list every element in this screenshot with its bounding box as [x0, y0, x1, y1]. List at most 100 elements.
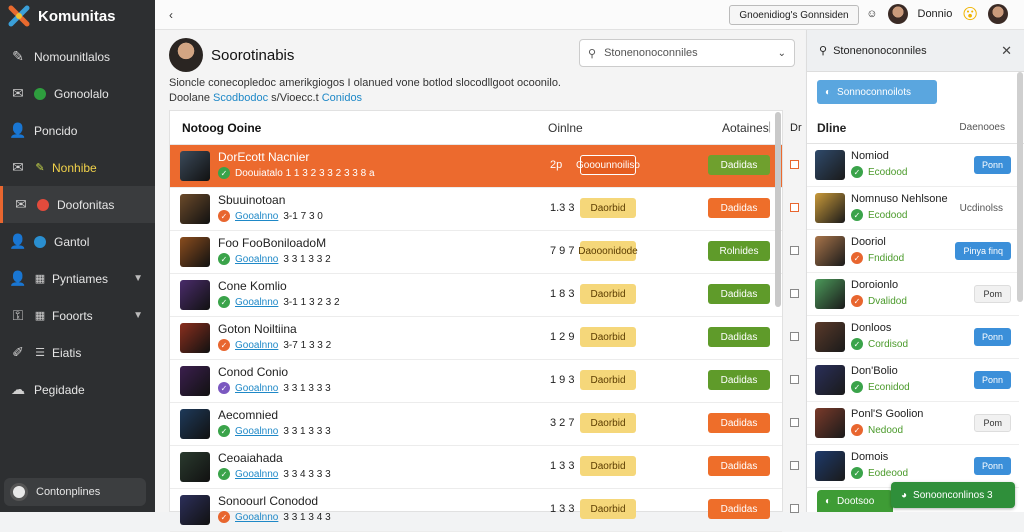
row-action-button[interactable]: Dadidas	[708, 413, 770, 433]
row-checkbox[interactable]	[790, 246, 799, 255]
row-name[interactable]: Cone Komlio	[218, 279, 287, 293]
row-name[interactable]: Sbuuinotoan	[218, 193, 285, 207]
online-action-button[interactable]: Pom	[974, 285, 1011, 303]
smiley-icon[interactable]: ☺	[866, 8, 877, 20]
table-row[interactable]: Goton Noiltiina ✓ Gooalnno 3-7 1 3 3 2 1…	[170, 317, 782, 360]
row-link[interactable]: Gooalnno	[235, 426, 278, 437]
row-name[interactable]: Goton Noiltiina	[218, 322, 297, 336]
online-item[interactable]: Don'Bolio ✓ Econidod Ponn	[807, 359, 1019, 402]
desc-link[interactable]: Conidos	[322, 92, 362, 104]
table-row[interactable]: Sbuuinotoan ✓ Gooalnno 3-1 7 3 0 1.3 3 D…	[170, 188, 782, 231]
row-action-button[interactable]: Dadidas	[708, 327, 770, 347]
column-header[interactable]: Aotaines	[722, 121, 769, 135]
online-name[interactable]: Ponl'S Goolion	[851, 408, 923, 420]
column-header[interactable]: Notoog Ooine	[182, 121, 261, 135]
status-badge[interactable]: Daooonidode	[578, 241, 638, 261]
sidebar-item-0[interactable]: ✎ Nomounitlalos	[0, 38, 155, 75]
toast-left[interactable]: ◐ Dootsoo	[817, 490, 893, 512]
chevron-down-icon[interactable]: ⌄	[778, 48, 786, 59]
online-name[interactable]: Nomnuso Nehlsone	[851, 193, 948, 205]
online-name[interactable]: Doroionlo	[851, 279, 898, 291]
table-row[interactable]: Aecomnied ✓ Gooalnno 3 3 1 3 3 3 3 2 7 D…	[170, 403, 782, 446]
brand-row[interactable]: Komunitas	[0, 0, 155, 32]
online-action-button[interactable]: Ponn	[973, 156, 1011, 174]
sidebar-item-4[interactable]: ✉ Doofonitas	[0, 186, 155, 223]
online-action-button[interactable]: Ponn	[973, 328, 1011, 346]
row-name[interactable]: Ceoaiahada	[218, 451, 283, 465]
online-action-button[interactable]: Pinya finq	[955, 242, 1011, 260]
online-item[interactable]: Nomiod ✓ Ecodood Ponn	[807, 144, 1019, 187]
table-row[interactable]: Conod Conio ✓ Gooalnno 3 3 1 3 3 3 1 9 3…	[170, 360, 782, 403]
row-link[interactable]: Gooalnno	[235, 340, 278, 351]
table-row[interactable]: Cone Komlio ✓ Gooalnno 3-1 1 3 2 3 2 1 8…	[170, 274, 782, 317]
sidebar-item-5[interactable]: 👤 Gantol	[0, 223, 155, 260]
status-badge[interactable]: Daorbid	[580, 198, 636, 218]
status-badge[interactable]: Daorbid	[580, 413, 636, 433]
emoji-icon[interactable]: 😮	[962, 5, 978, 23]
desc-link[interactable]: Scodbodoc	[213, 92, 268, 104]
sidebar-item-6[interactable]: 👤 ▦ Pyntiames ▼	[0, 260, 155, 297]
right-panel-button[interactable]: ◐ Sonnoconnoilots	[817, 80, 937, 104]
row-checkbox[interactable]	[790, 418, 799, 427]
toast-right[interactable]: ◕ Sonoonconlinos 3	[891, 482, 1015, 508]
sidebar-item-7[interactable]: ⚿ ▦ Fooorts ▼	[0, 297, 155, 334]
row-action-button[interactable]: Dadidas	[708, 499, 770, 519]
sidebar-item-9[interactable]: ☁ Pegidade	[0, 371, 155, 408]
user-name[interactable]: Donnio	[918, 8, 953, 20]
row-checkbox[interactable]	[790, 160, 799, 169]
row-checkbox[interactable]	[790, 203, 799, 212]
online-name[interactable]: Dooriol	[851, 236, 886, 248]
row-name[interactable]: Conod Conio	[218, 365, 288, 379]
row-action-button[interactable]: Dadidas	[708, 370, 770, 390]
right-panel-search[interactable]: ⚲ Stonenonoconniles ✕	[807, 30, 1024, 72]
row-action-button[interactable]: Dadidas	[708, 155, 770, 175]
row-checkbox[interactable]	[790, 375, 799, 384]
column-header[interactable]: Oinlne	[548, 121, 583, 135]
online-item[interactable]: Doroionlo ✓ Dvalidod Pom	[807, 273, 1019, 316]
online-action-button[interactable]: Ponn	[973, 457, 1011, 475]
row-action-button[interactable]: Dadidas	[708, 456, 770, 476]
row-link[interactable]: Gooalnno	[235, 469, 278, 480]
row-link[interactable]: Gooalnno	[235, 297, 278, 308]
status-badge[interactable]: Daorbid	[580, 370, 636, 390]
row-name[interactable]: Foo FooBoniloadoM	[218, 236, 326, 250]
scrollbar[interactable]	[1017, 72, 1023, 302]
status-badge[interactable]: Gooounnoiliso	[576, 155, 640, 175]
table-row[interactable]: Foo FooBoniloadoM ✓ Gooalnno 3 3 1 3 3 2…	[170, 231, 782, 274]
row-checkbox[interactable]	[790, 289, 799, 298]
online-action-button[interactable]: Ucdinolss	[952, 199, 1011, 217]
online-action-button[interactable]: Pom	[974, 414, 1011, 432]
online-item[interactable]: Dooriol ✓ Fndidod Pinya finq	[807, 230, 1019, 273]
online-item[interactable]: Donloos ✓ Cordisod Ponn	[807, 316, 1019, 359]
scrollbar[interactable]	[775, 112, 781, 307]
row-checkbox[interactable]	[790, 461, 799, 470]
sidebar-user[interactable]: Contonplines	[4, 478, 146, 506]
avatar[interactable]	[887, 4, 908, 24]
online-name[interactable]: Domois	[851, 451, 888, 463]
row-link[interactable]: Gooalnno	[235, 211, 278, 222]
avatar[interactable]	[988, 4, 1008, 24]
sidebar-item-8[interactable]: ✐ ☰ Eiatis	[0, 334, 155, 371]
row-name[interactable]: DorEcott Nacnier	[218, 150, 309, 164]
row-action-button[interactable]: Dadidas	[708, 198, 770, 218]
online-item[interactable]: Nomnuso Nehlsone ✓ Ecodood Ucdinolss	[807, 187, 1019, 230]
online-item[interactable]: Ponl'S Goolion ✓ Nedood Pom	[807, 402, 1019, 445]
row-action-button[interactable]: Rolnides	[708, 241, 770, 261]
table-row[interactable]: Sonoourl Conodod ✓ Gooalnno 3 3 1 3 4 3 …	[170, 489, 782, 532]
status-badge[interactable]: Daorbid	[580, 456, 636, 476]
search-input[interactable]: ⚲ Stonenonoconniles ⌄	[579, 39, 795, 67]
online-action-button[interactable]: Ponn	[973, 371, 1011, 389]
sidebar-item-3[interactable]: ✉ ✎ Nonhibe	[0, 149, 155, 186]
row-link[interactable]: Gooalnno	[235, 383, 278, 394]
status-badge[interactable]: Daorbid	[580, 284, 636, 304]
row-name[interactable]: Sonoourl Conodod	[218, 494, 318, 508]
sidebar-item-2[interactable]: 👤 Poncido	[0, 112, 155, 149]
sidebar-item-1[interactable]: ✉ Gonoolalo	[0, 75, 155, 112]
chevron-down-icon[interactable]: ▼	[133, 273, 143, 284]
row-action-button[interactable]: Dadidas	[708, 284, 770, 304]
online-name[interactable]: Don'Bolio	[851, 365, 898, 377]
online-name[interactable]: Donloos	[851, 322, 891, 334]
row-name[interactable]: Aecomnied	[218, 408, 278, 422]
table-row[interactable]: DorEcott Nacnier ✓ Doouiatalo 1 1 3 2 3 …	[170, 145, 782, 188]
close-icon[interactable]: ✕	[1001, 43, 1012, 59]
